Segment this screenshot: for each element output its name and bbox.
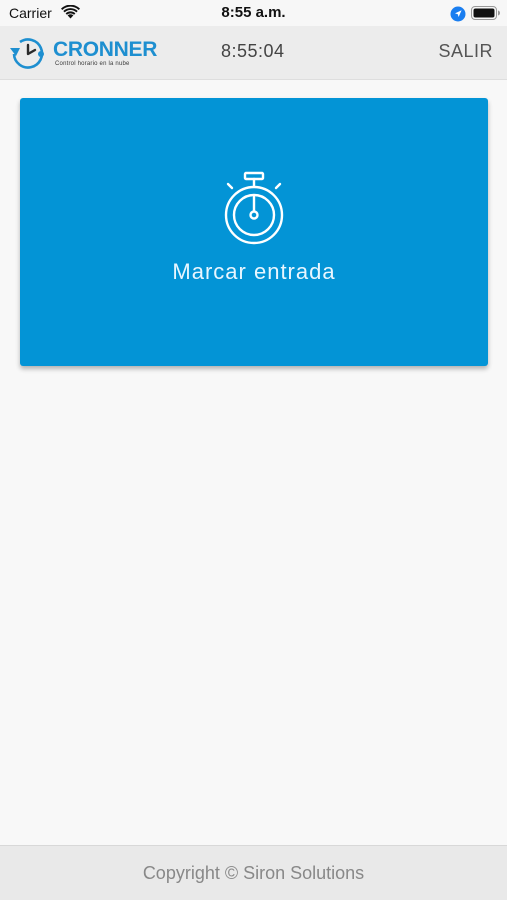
status-bar: Carrier 8:55 a.m. [0, 0, 507, 26]
location-icon [450, 6, 466, 22]
cronner-logo-icon [10, 38, 44, 69]
stopwatch-icon [224, 171, 284, 245]
current-time: 8:55:04 [221, 41, 285, 61]
clock-in-button[interactable]: Marcar entrada [20, 98, 488, 366]
logo-text: CRONNER [53, 38, 158, 61]
footer: Copyright © Siron Solutions [0, 845, 507, 900]
logout-button[interactable]: SALIR [438, 41, 493, 62]
copyright-text: Copyright © Siron Solutions [142, 863, 365, 883]
battery-icon [471, 6, 500, 20]
status-time: 8:55 a.m. [221, 4, 286, 21]
clock-in-label: Marcar entrada [172, 259, 336, 284]
app-header: CRONNER Control horario en la nube 8:55:… [0, 26, 507, 80]
logo-tagline: Control horario en la nube [55, 61, 130, 67]
